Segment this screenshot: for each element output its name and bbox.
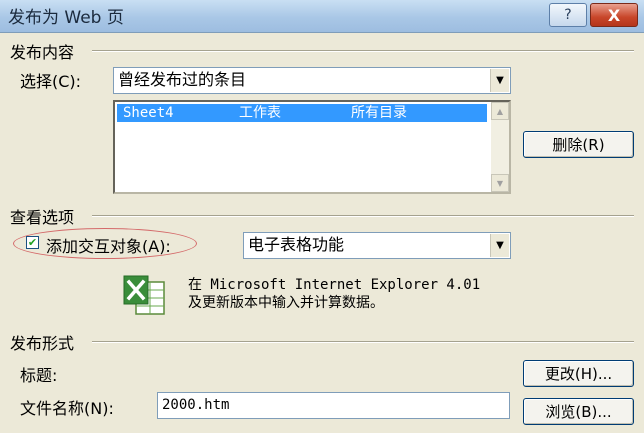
section-divider	[92, 215, 634, 217]
delete-button[interactable]: 删除(R)	[523, 131, 634, 158]
section-divider	[92, 50, 634, 52]
close-button[interactable]: X	[590, 3, 638, 27]
published-items-list[interactable]: Sheet4 工作表 所有目录 ▲ ▼	[113, 100, 511, 194]
interactive-checkbox-label: 添加交互对象(A):	[46, 237, 171, 256]
interactive-checkbox[interactable]: ✔	[26, 236, 39, 249]
help-icon: ?	[564, 7, 572, 23]
chevron-down-icon[interactable]: ▼	[490, 69, 509, 92]
choose-dropdown-value: 曾经发布过的条目	[118, 70, 247, 89]
description-line-2: 及更新版本中输入并计算数据。	[188, 295, 384, 311]
list-item-scope: 所有目录	[351, 105, 407, 121]
browse-button[interactable]: 浏览(B)...	[523, 398, 634, 425]
chevron-down-icon[interactable]: ▼	[490, 234, 509, 257]
title-bar: 发布为 Web 页 ? X	[0, 0, 644, 33]
view-options-section-title: 查看选项	[10, 208, 75, 227]
list-item-name: Sheet4	[123, 105, 174, 121]
list-scrollbar[interactable]: ▲ ▼	[491, 102, 509, 192]
title-label: 标题:	[20, 366, 58, 385]
function-dropdown[interactable]: 电子表格功能 ▼	[243, 232, 511, 259]
section-divider	[92, 341, 634, 343]
publish-content-section-title: 发布内容	[10, 43, 75, 62]
description-line-1: 在 Microsoft Internet Explorer 4.01	[188, 277, 481, 293]
choose-dropdown[interactable]: 曾经发布过的条目 ▼	[113, 67, 511, 94]
close-icon: X	[607, 5, 621, 25]
function-dropdown-value: 电子表格功能	[248, 235, 345, 254]
change-button[interactable]: 更改(H)...	[523, 360, 634, 387]
scroll-up-icon[interactable]: ▲	[491, 102, 509, 120]
excel-icon	[123, 275, 165, 315]
check-icon: ✔	[27, 236, 38, 249]
help-button[interactable]: ?	[549, 3, 587, 27]
choose-label: 选择(C):	[20, 68, 81, 92]
list-item[interactable]: Sheet4 工作表 所有目录	[117, 104, 487, 122]
filename-label: 文件名称(N):	[20, 399, 114, 418]
scroll-down-icon[interactable]: ▼	[491, 174, 509, 192]
list-item-type: 工作表	[239, 105, 281, 121]
publish-format-section-title: 发布形式	[10, 334, 75, 353]
window-title: 发布为 Web 页	[8, 8, 124, 28]
choose-shortcut: (C):	[52, 72, 82, 91]
filename-input[interactable]: 2000.htm	[157, 392, 510, 419]
choose-label-text: 选择	[20, 72, 53, 91]
